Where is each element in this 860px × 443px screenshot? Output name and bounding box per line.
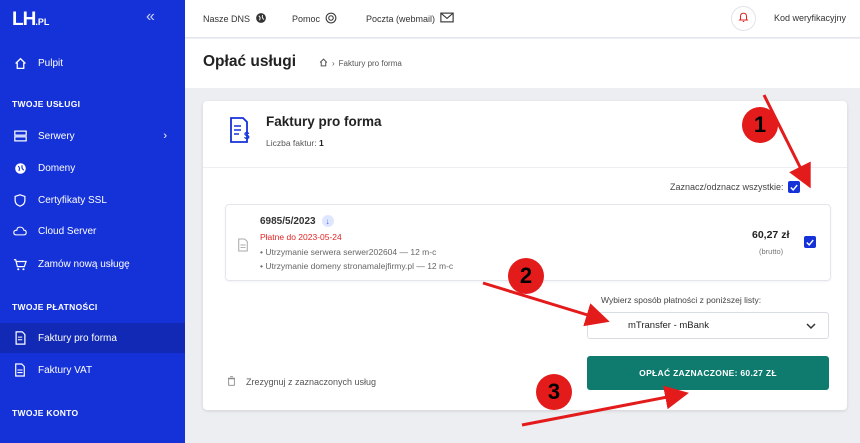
bell-icon	[738, 10, 749, 28]
sidebar-item-label: Domeny	[38, 162, 76, 174]
lifebuoy-icon	[325, 12, 337, 26]
webmail-label: Poczta (webmail)	[366, 13, 436, 24]
sidebar-item-label: Pulpit	[38, 57, 64, 69]
svg-text:$: $	[244, 131, 250, 142]
sidebar-item-servers[interactable]: Serwery ›	[0, 121, 185, 151]
breadcrumb-separator: ›	[332, 59, 335, 68]
page-header: Opłać usługi › Faktury pro forma	[185, 39, 860, 88]
logo[interactable]: LH.PL	[12, 9, 49, 31]
invoice-price: 60,27 zł	[752, 229, 790, 241]
sidebar-item-label: Zamów nową usługę	[38, 258, 130, 270]
sidebar-item-label: Certyfikaty SSL	[38, 194, 107, 206]
sidebar-item-cloud[interactable]: Cloud Server	[0, 216, 185, 246]
card-title: Faktury pro forma	[266, 114, 382, 129]
annotation-badge-1: 1	[742, 107, 778, 143]
page-title: Opłać usługi	[203, 53, 297, 70]
sidebar-item-vat[interactable]: Faktury VAT	[0, 355, 185, 385]
sidebar-item-label: Faktury pro forma	[38, 332, 117, 344]
annotation-badge-2: 2	[508, 258, 544, 294]
globe-icon	[12, 160, 28, 176]
invoice-line-item: • Utrzymanie domeny stronamalejfirmy.pl …	[260, 261, 454, 271]
cloud-icon	[12, 223, 28, 239]
sidebar-item-ssl[interactable]: Certyfikaty SSL	[0, 185, 185, 215]
invoice-dollar-icon: $	[229, 116, 253, 149]
topbar: Nasze DNS Pomoc Poczta (webmail) Kod wer…	[185, 0, 860, 38]
help-link[interactable]: Pomoc	[292, 12, 337, 26]
sidebar-item-order[interactable]: Zamów nową usługę	[0, 249, 185, 279]
invoice-number: 6985/5/2023 ↓	[260, 215, 334, 227]
sidebar-item-domains[interactable]: Domeny	[0, 153, 185, 183]
select-all-checkbox[interactable]	[787, 181, 800, 193]
sidebar: LH.PL « Pulpit TWOJE USŁUGI Serwery › Do…	[0, 0, 185, 443]
chevron-down-icon	[806, 319, 816, 336]
help-label: Pomoc	[292, 14, 321, 24]
trash-icon	[227, 376, 236, 388]
invoice-price-note: (brutto)	[759, 247, 784, 256]
section-title-account: TWOJE KONTO	[12, 408, 79, 418]
document-icon	[237, 238, 249, 257]
document-icon	[12, 362, 28, 378]
breadcrumb: › Faktury pro forma	[319, 58, 402, 69]
annotation-badge-3: 3	[536, 374, 572, 410]
breadcrumb-current: Faktury pro forma	[338, 59, 402, 68]
invoice-count: Liczba faktur: 1	[266, 138, 324, 148]
sidebar-item-label: Faktury VAT	[38, 364, 93, 376]
cancel-services-label: Zrezygnuj z zaznaczonych usług	[246, 377, 377, 387]
webmail-link[interactable]: Poczta (webmail)	[366, 12, 454, 25]
payment-method-select[interactable]: mTransfer - mBank	[587, 312, 829, 339]
invoice-checkbox[interactable]	[804, 236, 816, 248]
chevron-right-icon: ›	[163, 130, 167, 142]
home-icon[interactable]	[319, 58, 328, 69]
dns-label: Nasze DNS	[203, 14, 251, 24]
server-icon	[12, 128, 28, 144]
invoice-line-item: • Utrzymanie serwera serwer202604 — 12 m…	[260, 247, 437, 257]
cart-icon	[12, 256, 28, 272]
sidebar-item-pulpit[interactable]: Pulpit	[0, 48, 185, 78]
payment-method-value: mTransfer - mBank	[628, 320, 709, 331]
cancel-services-link[interactable]: Zrezygnuj z zaznaczonych usług	[227, 376, 376, 388]
notifications-button[interactable]	[731, 6, 756, 31]
verification-code-label: Kod weryfikacyjny	[774, 13, 847, 23]
sidebar-item-label: Cloud Server	[38, 225, 97, 237]
globe-icon	[255, 12, 267, 26]
select-all[interactable]: Zaznacz/odznacz wszystkie:	[670, 181, 800, 193]
collapse-sidebar-icon[interactable]: «	[146, 8, 155, 26]
invoice-icon	[12, 330, 28, 346]
home-icon	[12, 55, 28, 71]
invoice-due-date: Płatne do 2023-05-24	[260, 232, 342, 242]
section-title-payments: TWOJE PŁATNOŚCI	[12, 302, 98, 312]
mail-icon	[440, 12, 454, 25]
select-all-label: Zaznacz/odznacz wszystkie:	[670, 182, 784, 192]
proforma-card: $ Faktury pro forma Liczba faktur: 1 Zaz…	[203, 101, 847, 410]
dns-link[interactable]: Nasze DNS	[203, 12, 267, 26]
verification-code-link[interactable]: Kod weryfikacyjny	[774, 13, 846, 23]
section-title-services: TWOJE USŁUGI	[12, 99, 81, 109]
shield-icon	[12, 192, 28, 208]
payment-method-label: Wybierz sposób płatności z poniższej lis…	[601, 295, 762, 305]
download-icon[interactable]: ↓	[321, 215, 334, 227]
pay-selected-button[interactable]: OPŁAĆ ZAZNACZONE: 60.27 ZŁ	[587, 356, 829, 390]
sidebar-item-proforma[interactable]: Faktury pro forma	[0, 323, 185, 353]
sidebar-item-label: Serwery	[38, 130, 75, 142]
